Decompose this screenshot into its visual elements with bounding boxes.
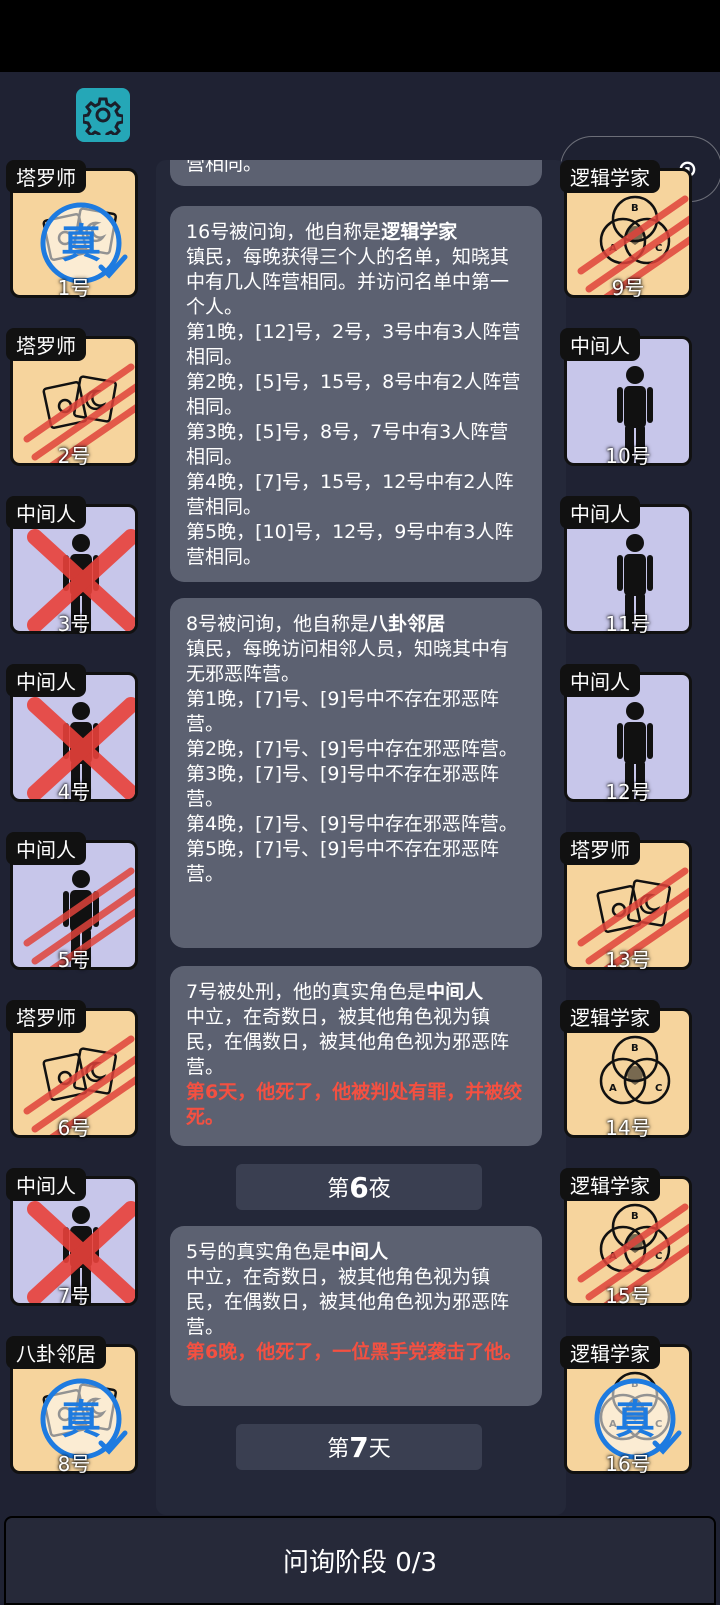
player-card-8[interactable]: 真 八卦邻居 8号 — [6, 1336, 142, 1476]
svg-text:真: 真 — [615, 1397, 655, 1443]
player-number: 12号 — [605, 780, 651, 804]
svg-text:真: 真 — [61, 221, 101, 267]
player-number: 16号 — [605, 1452, 651, 1476]
player-card-9[interactable]: BAC逻辑学家9号 — [560, 160, 696, 300]
player-number: 6号 — [57, 1116, 91, 1140]
player-number: 2号 — [57, 444, 91, 468]
phase-indicator: 问询阶段 0/3 — [4, 1516, 716, 1605]
day-divider: 第7天 — [236, 1424, 482, 1470]
svg-text:A: A — [609, 1083, 617, 1094]
role-label: 中间人 — [560, 664, 640, 697]
player-card-4[interactable]: 中间人 4号 — [6, 664, 142, 804]
svg-text:真: 真 — [61, 1397, 101, 1443]
role-label: 逻辑学家 — [560, 1000, 660, 1033]
role-label: 逻辑学家 — [560, 1336, 660, 1369]
settings-button[interactable] — [76, 88, 130, 142]
player-card-1[interactable]: 真 塔罗师 1号 — [6, 160, 142, 300]
log-message: 16号被问询，他自称是逻辑学家 镇民，每晚获得三个人的名单，知晓其中有几人阵营相… — [170, 206, 542, 582]
player-card-10[interactable]: 中间人 10号 — [560, 328, 696, 468]
player-number: 4号 — [57, 780, 91, 804]
role-label: 中间人 — [6, 1168, 86, 1201]
role-label: 塔罗师 — [6, 328, 86, 361]
player-card-14[interactable]: B A C 逻辑学家 14号 — [560, 1000, 696, 1140]
player-card-3[interactable]: 中间人 3号 — [6, 496, 142, 636]
role-label: 中间人 — [6, 664, 86, 697]
role-label: 中间人 — [6, 496, 86, 529]
player-number: 5号 — [57, 948, 91, 972]
gear-icon — [83, 97, 123, 135]
log-message: 营相同。 — [170, 160, 542, 186]
player-number: 7号 — [57, 1284, 91, 1308]
player-card-15[interactable]: BAC逻辑学家15号 — [560, 1168, 696, 1308]
role-label: 中间人 — [6, 832, 86, 865]
player-card-16[interactable]: BAC真逻辑学家16号 — [560, 1336, 696, 1476]
svg-text:C: C — [655, 1083, 662, 1094]
role-label: 塔罗师 — [560, 832, 640, 865]
role-label: 中间人 — [560, 328, 640, 361]
player-number: 9号 — [611, 276, 645, 300]
status-bar — [0, 0, 720, 72]
player-number: 1号 — [57, 276, 91, 300]
player-card-12[interactable]: 中间人 12号 — [560, 664, 696, 804]
player-card-5[interactable]: 中间人 5号 — [6, 832, 142, 972]
player-number: 8号 — [57, 1452, 91, 1476]
player-card-2[interactable]: 塔罗师 2号 — [6, 328, 142, 468]
role-label: 塔罗师 — [6, 160, 86, 193]
log-message: 7号被处刑，他的真实角色是中间人 中立，在奇数日，被其他角色视为镇民，在偶数日，… — [170, 966, 542, 1146]
player-card-11[interactable]: 中间人 11号 — [560, 496, 696, 636]
player-number: 14号 — [605, 1116, 651, 1140]
player-number: 10号 — [605, 444, 651, 468]
night-divider: 第6夜 — [236, 1164, 482, 1210]
log-message: 8号被问询，他自称是八卦邻居 镇民，每晚访问相邻人员，知晓其中有无邪恶阵营。 第… — [170, 598, 542, 948]
role-label: 逻辑学家 — [560, 1168, 660, 1201]
role-label: 八卦邻居 — [6, 1336, 106, 1369]
role-label: 逻辑学家 — [560, 160, 660, 193]
player-number: 13号 — [605, 948, 651, 972]
log-message: 5号的真实角色是中间人 中立，在奇数日，被其他角色视为镇民，在偶数日，被其他角色… — [170, 1226, 542, 1406]
player-card-6[interactable]: 塔罗师 6号 — [6, 1000, 142, 1140]
svg-text:B: B — [631, 1043, 639, 1054]
player-number: 3号 — [57, 612, 91, 636]
event-log[interactable]: 营相同。 16号被问询，他自称是逻辑学家 镇民，每晚获得三个人的名单，知晓其中有… — [156, 160, 566, 1515]
role-label: 中间人 — [560, 496, 640, 529]
player-number: 15号 — [605, 1284, 651, 1308]
player-number: 11号 — [605, 612, 651, 636]
player-card-13[interactable]: 塔罗师 13号 — [560, 832, 696, 972]
player-card-7[interactable]: 中间人 7号 — [6, 1168, 142, 1308]
role-label: 塔罗师 — [6, 1000, 86, 1033]
